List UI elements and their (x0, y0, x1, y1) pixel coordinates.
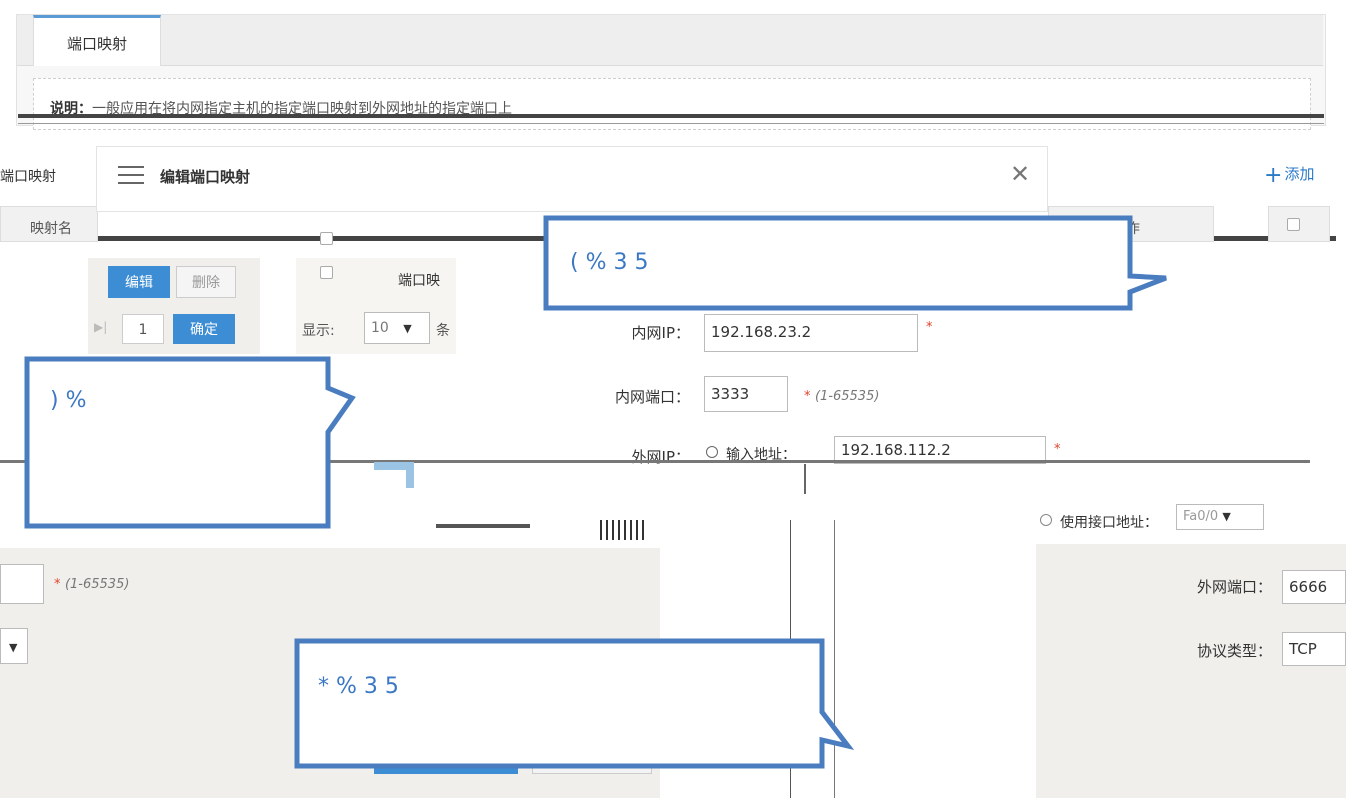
outer-ip-label: 外网IP： (631, 448, 690, 466)
required-mark: * (926, 320, 933, 335)
tab-port-mapping[interactable]: 端口映射 (33, 15, 161, 66)
per-page-unit: 条 (436, 323, 450, 339)
required-mark: * (1054, 442, 1061, 457)
callout-left (24, 356, 356, 529)
callout-top-text: ( % 3 5 (570, 250, 649, 275)
row-checkbox[interactable] (320, 232, 333, 245)
port-range-hint: (1-65535) (814, 389, 880, 404)
required-mark: * (804, 389, 811, 404)
render-glitch-block (374, 462, 414, 470)
render-glitch-line (436, 524, 530, 528)
per-page-value: 10 (371, 320, 389, 336)
radio-input-address[interactable] (706, 446, 718, 458)
render-glitch-line (804, 464, 806, 494)
interface-value: Fa0/0 (1183, 509, 1219, 524)
close-icon[interactable]: ✕ (1010, 160, 1030, 188)
option-interface-address: 使用接口地址： (1060, 515, 1158, 531)
add-mapping-button[interactable]: + 添加 (1264, 163, 1314, 188)
render-glitch-line (18, 114, 1324, 118)
column-header-name: 映射名 (30, 221, 72, 237)
inner-port-hint: * (1-65535) (804, 388, 879, 404)
render-glitch-line (18, 123, 1324, 124)
delete-button[interactable]: 删除 (176, 266, 236, 298)
list-title: 端口映射 (0, 169, 56, 185)
port-hint-fragment: * (1-65535) (54, 576, 129, 592)
select-all-checkbox[interactable] (1287, 218, 1300, 231)
page-confirm-button[interactable]: 确定 (173, 314, 235, 344)
inner-list-label: 端口映 (398, 273, 440, 289)
required-mark: * (54, 577, 61, 592)
outer-port-label: 外网端口： (1196, 578, 1272, 596)
inner-port-input[interactable]: 3333 (704, 376, 788, 412)
protocol-label: 协议类型： (1196, 642, 1272, 660)
outer-port-input[interactable]: 6666 (1282, 570, 1346, 604)
interface-select[interactable]: Fa0/0 ▼ (1176, 504, 1264, 530)
inner-port-label: 内网端口： (614, 388, 690, 406)
tab-strip (17, 15, 1323, 66)
radio-interface-address[interactable] (1040, 514, 1052, 526)
port-range-hint: (1-65535) (64, 577, 130, 592)
menu-icon (118, 166, 144, 184)
callout-bottom (294, 638, 855, 769)
protocol-select[interactable]: TCP (1282, 632, 1346, 666)
callout-bottom-text: * % 3 5 (318, 674, 399, 699)
add-mapping-label: 添加 (1284, 165, 1315, 183)
port-input-fragment[interactable] (0, 564, 44, 604)
chevron-down-icon: ▼ (403, 322, 412, 335)
inner-ip-input[interactable]: 192.168.23.2 (704, 314, 918, 352)
page-number-input[interactable]: 1 (122, 314, 164, 344)
inner-ip-label: 内网IP： (631, 324, 690, 342)
edit-button[interactable]: 编辑 (108, 266, 170, 298)
callout-left-text: ) % (50, 388, 87, 413)
protocol-select-fragment[interactable]: ▼ (0, 628, 28, 664)
per-page-select[interactable]: 10 ▼ (364, 312, 430, 344)
row-checkbox[interactable] (320, 266, 333, 279)
chevron-down-icon: ▼ (1222, 510, 1231, 523)
plus-icon: + (1264, 163, 1283, 188)
render-glitch-block (600, 520, 646, 540)
chevron-down-icon: ▼ (9, 641, 18, 654)
last-page-icon[interactable]: ▶| (94, 320, 107, 334)
dialog-title: 编辑端口映射 (160, 168, 251, 186)
show-label: 显示: (302, 323, 335, 339)
